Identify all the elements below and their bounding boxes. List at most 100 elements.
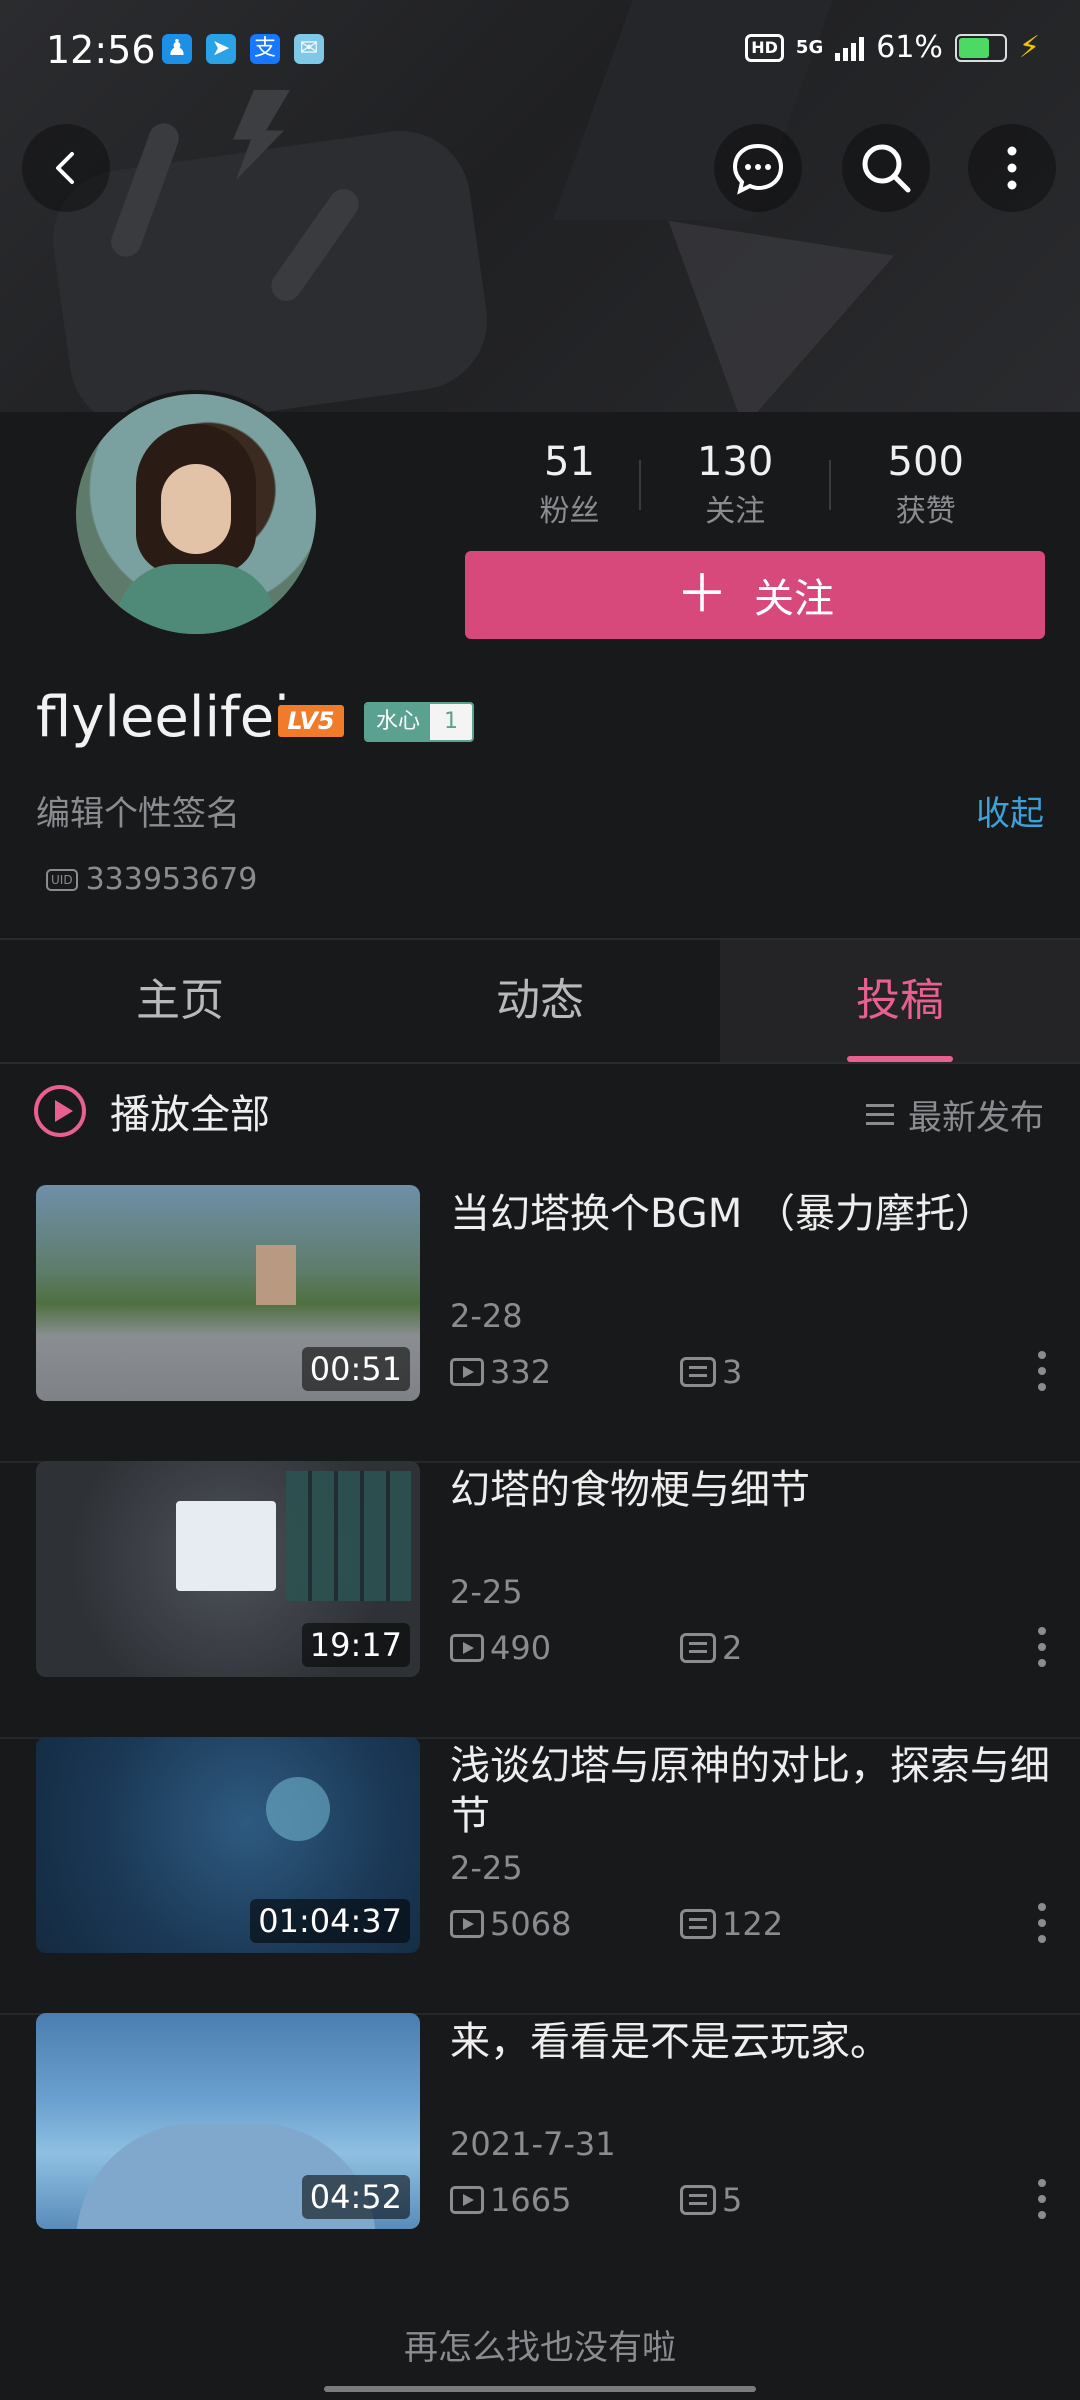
search-button[interactable] bbox=[842, 124, 930, 212]
uid-icon: UID bbox=[46, 868, 78, 891]
charging-icon: ⚡ bbox=[1018, 30, 1040, 65]
avatar[interactable] bbox=[72, 390, 320, 638]
video-title[interactable]: 当幻塔换个BGM （暴力摩托） bbox=[450, 1189, 1050, 1239]
back-button[interactable] bbox=[22, 124, 110, 212]
tab-uploads[interactable]: 投稿 bbox=[720, 940, 1080, 1062]
video-title[interactable]: 幻塔的食物梗与细节 bbox=[450, 1465, 1050, 1515]
video-item[interactable]: 19:17 幻塔的食物梗与细节 2-25 490 2 bbox=[0, 1461, 1080, 1739]
notification-icons: ♟ ➤ 支 ✉ bbox=[162, 34, 324, 64]
play-count-icon bbox=[450, 2186, 484, 2214]
video-plays: 5068 bbox=[450, 1905, 571, 1943]
battery-percent: 61% bbox=[876, 30, 943, 65]
level-badge: LV5 bbox=[278, 705, 344, 737]
fans-medal-badge[interactable]: 水心 1 bbox=[364, 702, 475, 742]
comment-count: 122 bbox=[722, 1905, 784, 1943]
play-all-label: 播放全部 bbox=[110, 1092, 270, 1138]
comment-count: 2 bbox=[722, 1629, 743, 1667]
video-title[interactable]: 来，看看是不是云玩家。 bbox=[450, 2017, 1050, 2067]
stat-likes[interactable]: 500 获赞 bbox=[831, 440, 1020, 530]
chat-bubble-icon bbox=[732, 143, 784, 195]
hd-icon: HD bbox=[745, 33, 784, 62]
telegram-icon: ➤ bbox=[206, 34, 236, 64]
play-all-button[interactable]: 播放全部 bbox=[34, 1082, 270, 1140]
sort-button[interactable]: 最新发布 bbox=[866, 1090, 1044, 1139]
play-count: 332 bbox=[490, 1353, 552, 1391]
video-date: 2-25 bbox=[450, 1849, 523, 1887]
video-item[interactable]: 01:04:37 浅谈幻塔与原神的对比，探索与细节 2-25 5068 122 bbox=[0, 1737, 1080, 2015]
video-thumbnail[interactable]: 19:17 bbox=[36, 1461, 420, 1677]
stat-following[interactable]: 130 关注 bbox=[641, 440, 830, 530]
app-notification-icon: ✉ bbox=[294, 34, 324, 64]
video-more-icon[interactable] bbox=[1038, 2179, 1048, 2227]
stat-label: 获赞 bbox=[895, 494, 956, 529]
video-duration: 19:17 bbox=[301, 1623, 410, 1667]
stat-value: 51 bbox=[544, 439, 595, 485]
video-item[interactable]: 04:52 来，看看是不是云玩家。 2021-7-31 1665 5 bbox=[0, 2013, 1080, 2289]
video-plays: 332 bbox=[450, 1353, 551, 1391]
comment-icon bbox=[680, 1633, 716, 1663]
chevron-left-icon bbox=[56, 152, 74, 184]
fans-medal-level: 1 bbox=[430, 704, 473, 740]
end-of-list-text: 再怎么找也没有啦 bbox=[404, 2328, 676, 2368]
tab-home[interactable]: 主页 bbox=[0, 940, 360, 1062]
stat-fans[interactable]: 51 粉丝 bbox=[500, 440, 639, 530]
play-count: 490 bbox=[490, 1629, 552, 1667]
signature[interactable]: 编辑个性签名 bbox=[36, 786, 240, 835]
more-button[interactable] bbox=[968, 124, 1056, 212]
follow-button[interactable]: ＋ 关注 bbox=[465, 551, 1045, 639]
plus-icon: ＋ bbox=[675, 565, 728, 625]
play-count-icon bbox=[450, 1910, 484, 1938]
comment-count: 5 bbox=[722, 2181, 743, 2219]
play-count: 5068 bbox=[490, 1905, 572, 1943]
sort-label: 最新发布 bbox=[908, 1098, 1044, 1138]
video-plays: 490 bbox=[450, 1629, 551, 1667]
network-type: 5G bbox=[795, 37, 824, 58]
banner-decoration bbox=[43, 122, 497, 412]
follow-label: 关注 bbox=[754, 576, 834, 622]
video-title[interactable]: 浅谈幻塔与原神的对比，探索与细节 bbox=[450, 1741, 1050, 1841]
play-circle-icon bbox=[34, 1085, 86, 1137]
video-thumbnail[interactable]: 04:52 bbox=[36, 2013, 420, 2229]
username: flyleelifei bbox=[36, 685, 290, 750]
qq-icon: ♟ bbox=[162, 34, 192, 64]
status-bar: 12:56 ♟ ➤ 支 ✉ HD 5G 61% ⚡ bbox=[0, 0, 1080, 100]
stat-label: 粉丝 bbox=[539, 494, 600, 529]
play-count: 1665 bbox=[490, 2181, 572, 2219]
fans-medal-name: 水心 bbox=[366, 704, 431, 740]
battery-icon bbox=[954, 33, 1007, 62]
video-date: 2-25 bbox=[450, 1573, 523, 1611]
play-count-icon bbox=[450, 1634, 484, 1662]
video-duration: 00:51 bbox=[301, 1347, 410, 1391]
video-item[interactable]: 00:51 当幻塔换个BGM （暴力摩托） 2-28 332 3 bbox=[0, 1185, 1080, 1463]
video-comments: 3 bbox=[680, 1353, 742, 1391]
video-more-icon[interactable] bbox=[1038, 1903, 1048, 1951]
alipay-icon: 支 bbox=[250, 34, 280, 64]
collapse-link[interactable]: 收起 bbox=[976, 786, 1044, 835]
comment-icon bbox=[680, 2185, 716, 2215]
uid-value: 333953679 bbox=[85, 862, 258, 897]
status-time: 12:56 bbox=[46, 28, 156, 72]
video-thumbnail[interactable]: 01:04:37 bbox=[36, 1737, 420, 1953]
video-date: 2-28 bbox=[450, 1297, 523, 1335]
video-comments: 5 bbox=[680, 2181, 742, 2219]
profile-stats: 51 粉丝 130 关注 500 获赞 bbox=[500, 440, 1020, 530]
video-duration: 01:04:37 bbox=[250, 1899, 410, 1943]
comment-count: 3 bbox=[722, 1353, 743, 1391]
tab-dynamics[interactable]: 动态 bbox=[360, 940, 720, 1062]
comment-icon bbox=[680, 1909, 716, 1939]
comment-icon bbox=[680, 1357, 716, 1387]
stat-value: 500 bbox=[887, 439, 964, 485]
video-duration: 04:52 bbox=[301, 2175, 410, 2219]
signal-icon bbox=[835, 35, 865, 61]
video-more-icon[interactable] bbox=[1038, 1627, 1048, 1675]
stat-label: 关注 bbox=[705, 494, 766, 529]
home-indicator[interactable] bbox=[324, 2386, 756, 2392]
stat-value: 130 bbox=[697, 439, 774, 485]
more-vertical-icon bbox=[1007, 146, 1017, 190]
search-icon bbox=[862, 144, 911, 193]
uid-row: UID 333953679 bbox=[46, 862, 257, 897]
profile-tabs: 主页 动态 投稿 bbox=[0, 938, 1080, 1064]
message-button[interactable] bbox=[714, 124, 802, 212]
video-thumbnail[interactable]: 00:51 bbox=[36, 1185, 420, 1401]
video-more-icon[interactable] bbox=[1038, 1351, 1048, 1399]
